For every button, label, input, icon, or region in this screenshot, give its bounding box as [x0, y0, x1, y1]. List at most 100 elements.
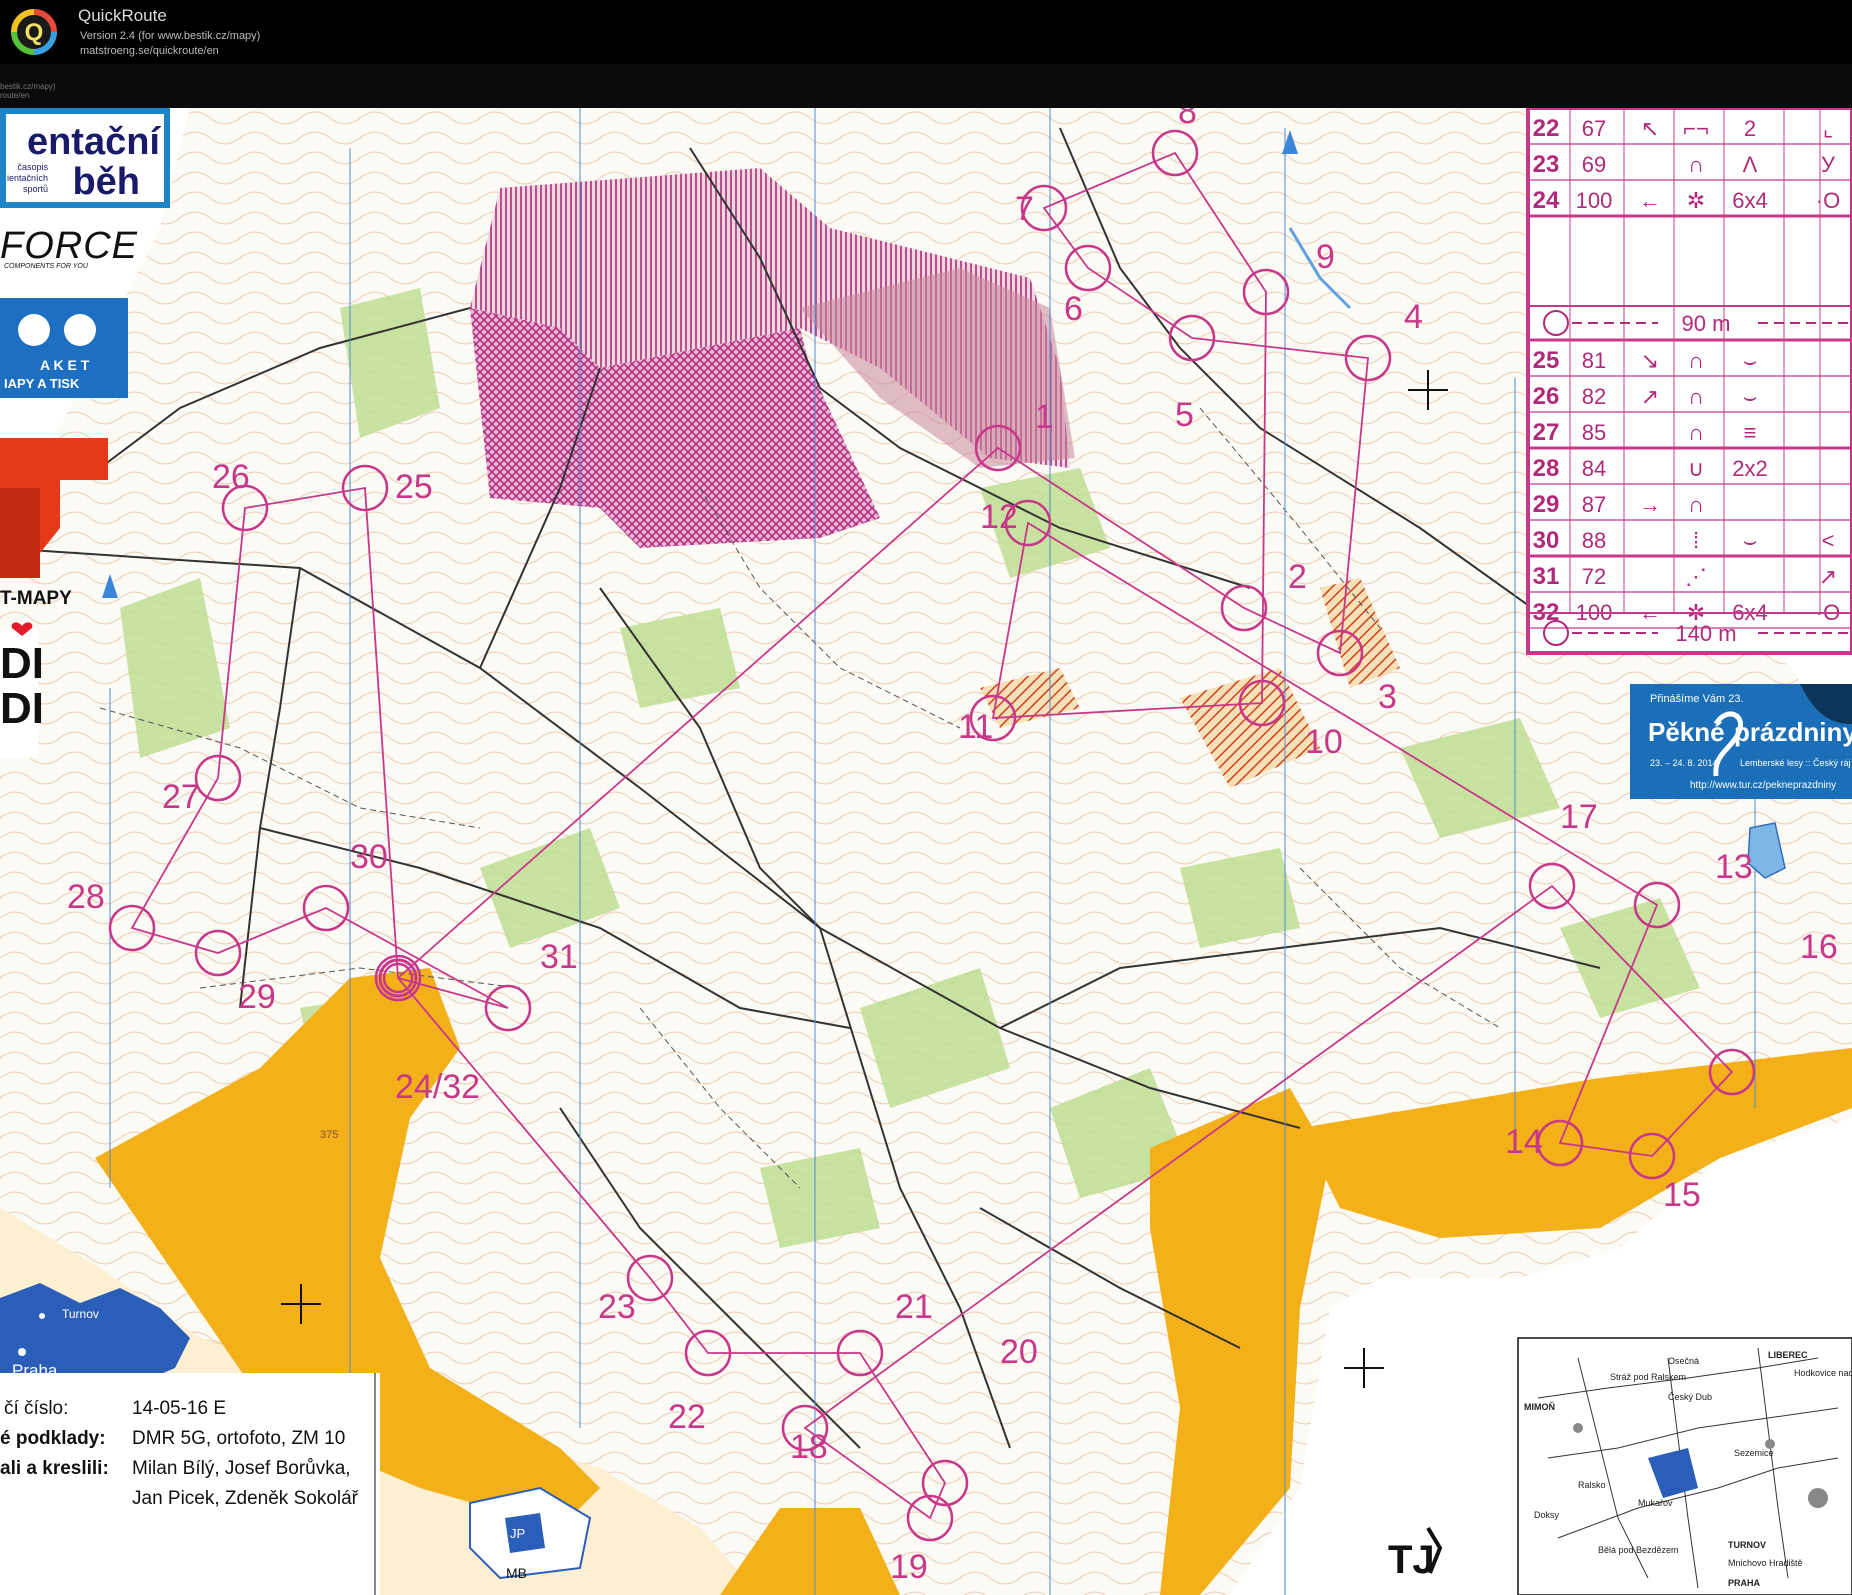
control-number: 18: [790, 1428, 828, 1466]
description-cell: ↘: [1641, 348, 1659, 373]
description-cell: 6x4: [1732, 188, 1767, 213]
inset-place-name: TURNOV: [1728, 1540, 1766, 1550]
description-cell: 25: [1533, 347, 1560, 374]
force-logo: FORCE: [0, 225, 138, 267]
description-cell: 72: [1582, 564, 1606, 589]
magazine-title-2: běh: [72, 161, 140, 203]
sponsor-magazine: entační běh časopis ientačních sportů: [0, 108, 170, 208]
info-label-3: ali a kreslili:: [0, 1458, 109, 1479]
control-number: 24/32: [395, 1068, 480, 1106]
info-value-2: DMR 5G, ortofoto, ZM 10: [132, 1428, 345, 1449]
control-number: 22: [668, 1398, 706, 1436]
description-cell: <: [1822, 528, 1835, 553]
description-cell: ∩: [1688, 492, 1704, 517]
description-cell: ⌣: [1743, 528, 1757, 553]
description-cell: 87: [1582, 492, 1606, 517]
inset-place-name: Sezemice: [1734, 1448, 1774, 1458]
description-cell: →: [1639, 492, 1661, 517]
description-cell: ⌞: [1823, 116, 1833, 141]
magazine-sub-2: ientačních: [7, 173, 48, 183]
description-cell: ∩: [1688, 420, 1704, 445]
description-cell: 88: [1582, 528, 1606, 553]
control-number: 21: [895, 1288, 933, 1326]
description-cell: ⋰: [1685, 564, 1707, 589]
description-cell: 22: [1533, 115, 1560, 142]
sponsor-didi: DI DI: [0, 622, 44, 758]
inset-place-name: Mukařov: [1638, 1498, 1673, 1508]
sponsor-raket: A K E T IAPY A TISK: [0, 298, 128, 398]
control-number: 5: [1175, 396, 1194, 434]
banner-pekne-prazdniny: Přinášíme Vám 23. Pěkné prázdniny 23. – …: [1630, 684, 1852, 799]
tmapy-text: T-MAPY: [0, 588, 72, 609]
info-label-1: čí číslo:: [4, 1398, 68, 1419]
control-number: 28: [67, 878, 105, 916]
banner-title1: Pěkné: [1648, 717, 1725, 747]
inset-place-name: Osečná: [1668, 1356, 1699, 1366]
description-cell: 82: [1582, 384, 1606, 409]
control-number: 1: [1035, 398, 1054, 436]
description-cell: 2: [1744, 116, 1756, 141]
banner-place: Lemberské lesy :: Český ráj: [1740, 758, 1851, 768]
control-number: 19: [890, 1548, 928, 1586]
description-cell: 23: [1533, 151, 1560, 178]
description-cell: 85: [1582, 420, 1606, 445]
inset-place-name: Hodkovice nad Mohelkou: [1794, 1368, 1852, 1378]
regional-inset-map: LIBEREC Osečná Stráž pod Ralskem Český Dub H…: [1517, 1337, 1852, 1595]
description-cell: 28: [1533, 455, 1560, 482]
control-number: 4: [1404, 298, 1423, 336]
control-number: 26: [212, 458, 250, 496]
description-cell: 81: [1582, 348, 1606, 373]
inset-place-name: Bělá pod Bezdězem: [1598, 1545, 1679, 1555]
control-number: 14: [1505, 1123, 1543, 1161]
description-cell: 84: [1582, 456, 1606, 481]
control-number: 27: [162, 778, 200, 816]
control-number: 7: [1015, 190, 1034, 228]
force-sub: COMPONENTS FOR YOU: [4, 263, 89, 270]
area-map-label2: MB: [506, 1565, 527, 1581]
control-number: 10: [1305, 723, 1343, 761]
raket-line2: IAPY A TISK: [4, 376, 80, 391]
description-cell: ⌐¬: [1683, 116, 1709, 141]
area-map-label1: JP: [510, 1526, 525, 1541]
banner-title2: prázdniny: [1734, 717, 1852, 747]
control-number: 29: [238, 978, 276, 1016]
description-cell: ·O: [1816, 188, 1840, 213]
control-number: 31: [540, 938, 578, 976]
description-cell: Λ: [1743, 152, 1758, 177]
description-cell: ↗: [1641, 384, 1659, 409]
app-url: matstroeng.se/quickroute/en: [80, 45, 219, 57]
description-cell: ↗: [1819, 564, 1837, 589]
country-map-city1: Turnov: [62, 1307, 99, 1321]
elevation-label: 375: [320, 1129, 338, 1141]
description-cell: ⌣: [1743, 348, 1757, 373]
sponsor-force: FORCE COMPONENTS FOR YOU: [0, 225, 138, 270]
inset-place-name: Český Dub: [1668, 1392, 1712, 1402]
description-cell: ≡: [1744, 420, 1757, 445]
inset-place-name: PRAHA: [1728, 1578, 1761, 1588]
description-cell: 27: [1533, 419, 1560, 446]
banner-dates: 23. – 24. 8. 2014: [1650, 758, 1718, 768]
magazine-sub-3: sportů: [23, 184, 48, 194]
description-cell: 100: [1576, 188, 1613, 213]
separator-bar: [0, 64, 1852, 108]
inset-place-name: Doksy: [1534, 1510, 1560, 1520]
control-number: 15: [1663, 1176, 1701, 1214]
control-number: 20: [1000, 1333, 1038, 1371]
separator-text: bestik.cz/mapy) route/en: [0, 82, 56, 100]
description-cell: 30: [1533, 527, 1560, 554]
leg2-distance: 140 m: [1675, 621, 1736, 646]
inset-place-name: Stráž pod Ralskem: [1610, 1372, 1686, 1382]
inset-place-name: Mnichovo Hradiště: [1728, 1558, 1803, 1568]
description-cell: ∩: [1688, 384, 1704, 409]
tj-logo-text: TJ: [1388, 1538, 1435, 1582]
logo-letter: Q: [25, 19, 44, 46]
control-number: 11: [958, 708, 993, 746]
quickroute-logo-icon: Q: [11, 9, 57, 55]
magazine-title-1: entační: [27, 121, 161, 163]
description-cell: 2x2: [1732, 456, 1767, 481]
raket-line1: A K E T: [40, 357, 90, 373]
control-number: 8: [1178, 108, 1197, 131]
orienteering-map[interactable]: 123456789101112131415161718192021222324/…: [0, 108, 1852, 1595]
title-bar: Q QuickRoute Version 2.4 (for www.bestik…: [0, 0, 1852, 64]
info-value-1: 14-05-16 E: [132, 1398, 226, 1419]
